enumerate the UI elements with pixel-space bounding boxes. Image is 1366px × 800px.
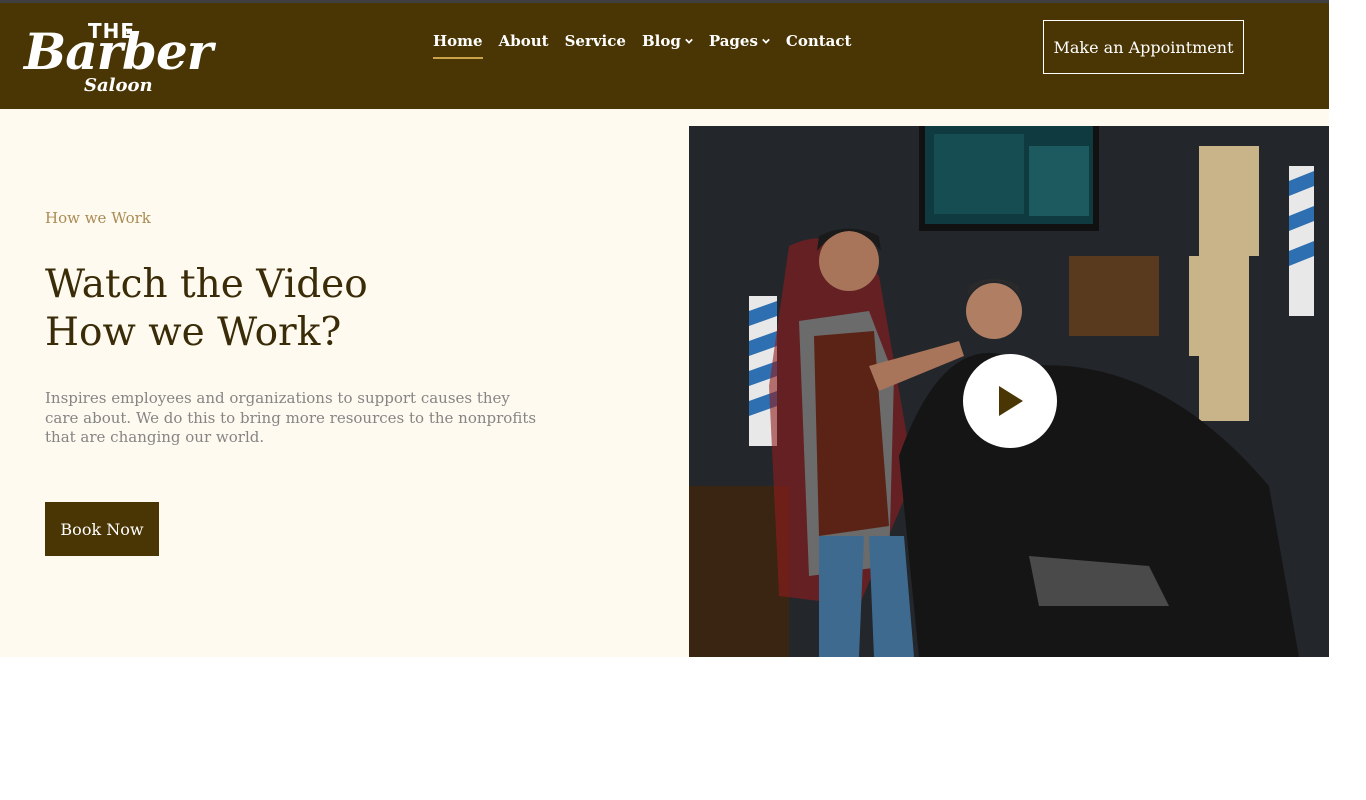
main-nav: Home About Service Blog Pages Contact [433,32,851,59]
nav-item-pages[interactable]: Pages [709,32,770,59]
nav-item-service[interactable]: Service [565,32,626,59]
site: THE Barber Saloon Home About Service Blo… [0,0,1329,657]
logo-sub-text: Saloon [84,75,153,96]
play-button[interactable] [963,354,1057,448]
chevron-down-icon [762,38,770,44]
nav-item-blog[interactable]: Blog [642,32,693,59]
nav-item-contact[interactable]: Contact [786,32,852,59]
make-appointment-button[interactable]: Make an Appointment [1043,20,1244,74]
how-we-work-section: How we Work Watch the Video How we Work?… [0,109,1329,657]
nav-item-label: Blog [641,32,681,50]
logo[interactable]: THE Barber Saloon [24,17,214,101]
nav-item-label: Contact [785,32,852,50]
header: THE Barber Saloon Home About Service Blo… [0,0,1329,109]
book-now-button[interactable]: Book Now [45,502,159,556]
play-icon [999,386,1023,416]
section-title-line-1: Watch the Video [45,262,368,307]
nav-item-label: Service [564,32,626,50]
nav-item-about[interactable]: About [499,32,549,59]
nav-item-home[interactable]: Home [433,32,483,59]
section-description: Inspires employees and organizations to … [45,389,537,446]
video-thumbnail[interactable] [689,126,1329,657]
nav-item-label: Pages [708,32,758,50]
section-eyebrow: How we Work [45,209,151,227]
nav-item-label: About [498,32,549,50]
logo-main-text: Barber [24,22,213,81]
chevron-down-icon [684,38,693,44]
section-title: Watch the Video How we Work? [45,261,368,357]
section-title-line-2: How we Work? [45,310,342,355]
nav-item-label: Home [433,32,483,50]
